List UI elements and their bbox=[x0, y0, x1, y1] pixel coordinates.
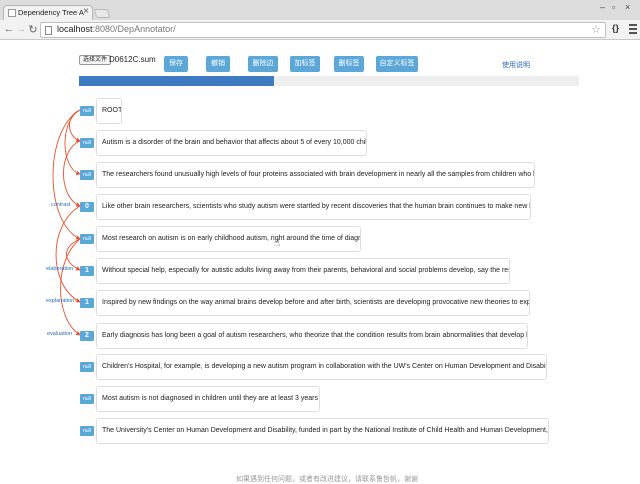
sentence-tag[interactable]: null bbox=[80, 138, 94, 148]
sentence-text[interactable]: Autism is a disorder of the brain and be… bbox=[96, 130, 367, 156]
sentence-tag[interactable]: null bbox=[80, 170, 94, 180]
sentence-tag[interactable]: 1 bbox=[80, 266, 94, 276]
sentence-row[interactable]: 1 Without special help, especially for a… bbox=[0, 258, 640, 284]
save-button[interactable]: 保存 bbox=[164, 56, 188, 72]
remove-label-button[interactable]: 删标签 bbox=[334, 56, 364, 72]
back-icon[interactable]: ← bbox=[3, 23, 15, 35]
arc-6-8 bbox=[60, 238, 81, 336]
sentence-text[interactable]: Like other brain researchers, scientists… bbox=[96, 194, 531, 220]
sentence-row[interactable]: 2 Early diagnosis has long been a goal o… bbox=[0, 323, 640, 349]
minimize-icon[interactable]: – bbox=[600, 2, 605, 12]
new-tab-button[interactable] bbox=[93, 9, 111, 18]
sentence-text[interactable]: The researchers found unusually high lev… bbox=[96, 162, 535, 188]
sentence-tag[interactable]: null bbox=[80, 426, 94, 436]
footer-note: 如果遇到任何问题，或者有改进建议，请联系鲁哲帆，谢谢 bbox=[236, 476, 418, 483]
help-link[interactable]: 使用说明 bbox=[502, 60, 530, 70]
maximize-icon[interactable]: ▫ bbox=[612, 2, 615, 12]
sentence-text[interactable]: Most research on autism is on early chil… bbox=[96, 226, 361, 252]
sentence-row[interactable]: null Most autism is not diagnosed in chi… bbox=[0, 386, 640, 412]
delete-edge-button[interactable]: 删除边 bbox=[248, 56, 278, 72]
sentence-text[interactable]: Inspired by new findings on the way anim… bbox=[96, 290, 530, 316]
file-name: D0612C.sum bbox=[109, 55, 156, 64]
browser-tabstrip: Dependency Tree Annotator × – ▫ × bbox=[0, 0, 640, 20]
sentence-text[interactable]: Without special help, especially for aut… bbox=[96, 258, 510, 284]
forward-icon[interactable]: → bbox=[15, 23, 27, 35]
undo-button[interactable]: 撤销 bbox=[206, 56, 230, 72]
sentence-tag[interactable]: null bbox=[80, 234, 94, 244]
sentence-row[interactable]: 0 Like other brain researchers, scientis… bbox=[0, 194, 640, 220]
bookmark-star-icon[interactable]: ☆ bbox=[591, 23, 601, 36]
sentence-tag[interactable]: 0 bbox=[80, 202, 94, 212]
url-text: localhost:8080/DepAnnotator/ bbox=[57, 24, 176, 34]
window-close-icon[interactable]: × bbox=[625, 2, 630, 12]
add-label-button[interactable]: 加标签 bbox=[290, 56, 320, 72]
browser-toolbar: ← → ↻ localhost:8080/DepAnnotator/ ☆ {} bbox=[0, 20, 640, 40]
sentence-text[interactable]: Children's Hospital, for example, is dev… bbox=[96, 354, 547, 380]
page-favicon-icon bbox=[8, 9, 16, 17]
choose-file-button[interactable]: 选择文件 bbox=[79, 55, 112, 65]
sentence-tag[interactable]: null bbox=[80, 106, 94, 116]
arc-5-7 bbox=[55, 205, 81, 303]
browser-menu-icon[interactable] bbox=[629, 24, 637, 36]
tab-title: Dependency Tree Annotator bbox=[18, 8, 84, 17]
sentence-text[interactable]: ROOT bbox=[96, 98, 122, 124]
extension-icon[interactable]: {} bbox=[612, 23, 619, 33]
sentence-text[interactable]: Most autism is not diagnosed in children… bbox=[96, 386, 320, 412]
sentence-row[interactable]: null The researchers found unusually hig… bbox=[0, 162, 640, 188]
sentence-text[interactable]: Early diagnosis has long been a goal of … bbox=[96, 323, 528, 349]
sentence-row[interactable]: null Children's Hospital, for example, i… bbox=[0, 354, 640, 380]
sentence-tag[interactable]: null bbox=[80, 362, 94, 372]
address-bar[interactable]: localhost:8080/DepAnnotator/ ☆ bbox=[40, 22, 606, 38]
custom-label-button[interactable]: 自定义标签 bbox=[376, 56, 418, 72]
sentence-tag[interactable]: null bbox=[80, 394, 94, 404]
page-icon bbox=[45, 26, 52, 35]
sentence-row[interactable]: null The University's Center on Human De… bbox=[0, 418, 640, 444]
sentence-text[interactable]: The University's Center on Human Develop… bbox=[96, 418, 549, 444]
sentence-row[interactable]: 1 Inspired by new findings on the way an… bbox=[0, 290, 640, 316]
sentence-tag[interactable]: 2 bbox=[80, 331, 94, 341]
browser-tab[interactable]: Dependency Tree Annotator × bbox=[3, 5, 93, 20]
sentence-tag[interactable]: 1 bbox=[80, 298, 94, 308]
progress-fill bbox=[79, 76, 274, 86]
reload-icon[interactable]: ↻ bbox=[27, 23, 39, 36]
sentence-row[interactable]: null Autism is a disorder of the brain a… bbox=[0, 130, 640, 156]
mouse-cursor-icon: ☝ bbox=[274, 238, 281, 249]
tab-close-icon[interactable]: × bbox=[83, 6, 89, 17]
sentence-row[interactable]: null Most research on autism is on early… bbox=[0, 226, 640, 252]
progress-bar bbox=[79, 76, 579, 86]
sentence-row[interactable]: null ROOT bbox=[0, 98, 640, 124]
